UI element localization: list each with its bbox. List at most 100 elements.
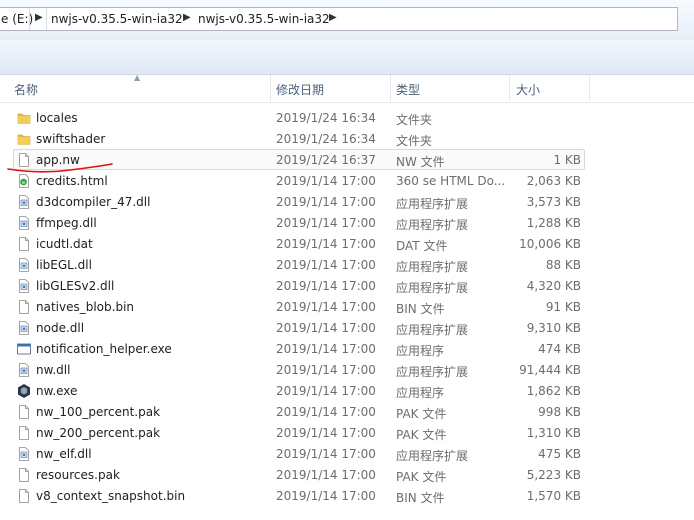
- file-row[interactable]: natives_blob.bin 2019/1/14 17:00 BIN 文件 91 …: [13, 296, 585, 317]
- file-size: 998 KB: [538, 405, 581, 419]
- file-name: ffmpeg.dll: [36, 216, 97, 230]
- breadcrumb-folder-1[interactable]: nwjs-v0.35.5-win-ia32: [51, 12, 183, 26]
- file-name: node.dll: [36, 321, 85, 335]
- file-name: notification_helper.exe: [36, 342, 172, 356]
- file-row[interactable]: icudtl.dat 2019/1/14 17:00 DAT 文件 10,006 KB: [13, 233, 585, 254]
- file-type: 应用程序扩展: [396, 281, 469, 295]
- file-name: credits.html: [36, 174, 108, 188]
- file-name: d3dcompiler_47.dll: [36, 195, 151, 209]
- file-type: 应用程序扩展: [396, 365, 469, 379]
- file-row[interactable]: nw_100_percent.pak 2019/1/14 17:00 PAK 文件 9…: [13, 401, 585, 422]
- file-size: 1,570 KB: [526, 489, 581, 503]
- file-modified-date: 2019/1/24 16:37: [276, 153, 376, 167]
- column-divider[interactable]: [509, 75, 510, 101]
- file-row[interactable]: ffmpeg.dll 2019/1/14 17:00 应用程序扩展 1,288 KB: [13, 212, 585, 233]
- dll-file-icon: [16, 194, 32, 210]
- file-row[interactable]: nw.dll 2019/1/14 17:00 应用程序扩展 91,444 KB: [13, 359, 585, 380]
- breadcrumb-folder-2[interactable]: nwjs-v0.35.5-win-ia32: [198, 12, 330, 26]
- file-name: nw_100_percent.pak: [36, 405, 161, 419]
- breadcrumb-divider: [46, 8, 47, 30]
- file-size: 475 KB: [538, 447, 581, 461]
- column-header-date[interactable]: 修改日期: [276, 81, 324, 98]
- file-row[interactable]: locales 2019/1/24 16:34 文件夹: [13, 107, 585, 128]
- column-header-size[interactable]: 大小: [516, 81, 540, 98]
- file-row[interactable]: d3dcompiler_47.dll 2019/1/14 17:00 应用程序扩展 3…: [13, 191, 585, 212]
- dll-file-icon: [16, 362, 32, 378]
- file-row[interactable]: libEGL.dll 2019/1/14 17:00 应用程序扩展 88 KB: [13, 254, 585, 275]
- file-modified-date: 2019/1/24 16:34: [276, 111, 376, 125]
- file-type: 应用程序扩展: [396, 197, 469, 211]
- svg-text:e: e: [22, 180, 25, 186]
- file-modified-date: 2019/1/14 17:00: [276, 174, 376, 188]
- file-size: 474 KB: [538, 342, 581, 356]
- file-row[interactable]: resources.pak 2019/1/14 17:00 PAK 文件 5,223 …: [13, 464, 585, 485]
- file-type: PAK 文件: [396, 428, 447, 442]
- file-size: 10,006 KB: [519, 237, 581, 251]
- file-size: 3,573 KB: [526, 195, 581, 209]
- file-name: nw_200_percent.pak: [36, 426, 161, 440]
- file-icon: [16, 299, 32, 315]
- file-name: swiftshader: [36, 132, 106, 146]
- file-row[interactable]: nw_elf.dll 2019/1/14 17:00 应用程序扩展 475 KB: [13, 443, 585, 464]
- chevron-right-icon[interactable]: ▶: [183, 12, 191, 23]
- dll-file-icon: [16, 278, 32, 294]
- file-icon: [16, 488, 32, 504]
- file-row[interactable]: swiftshader 2019/1/24 16:34 文件夹: [13, 128, 585, 149]
- file-type: PAK 文件: [396, 470, 447, 484]
- file-size: 2,063 KB: [526, 174, 581, 188]
- file-size: 5,223 KB: [526, 468, 581, 482]
- html-file-icon: e: [16, 173, 32, 189]
- file-size: 4,320 KB: [526, 279, 581, 293]
- file-icon: [16, 404, 32, 420]
- file-row[interactable]: node.dll 2019/1/14 17:00 应用程序扩展 9,310 KB: [13, 317, 585, 338]
- file-type: PAK 文件: [396, 407, 447, 421]
- file-type: DAT 文件: [396, 239, 448, 253]
- file-row[interactable]: v8_context_snapshot.bin 2019/1/14 17:00 BI…: [13, 485, 585, 506]
- file-modified-date: 2019/1/14 17:00: [276, 321, 376, 335]
- file-modified-date: 2019/1/14 17:00: [276, 216, 376, 230]
- file-size: 1,310 KB: [526, 426, 581, 440]
- file-modified-date: 2019/1/24 16:34: [276, 132, 376, 146]
- dll-file-icon: [16, 215, 32, 231]
- breadcrumb-divider: [29, 8, 30, 30]
- column-header-name[interactable]: 名称: [14, 81, 38, 98]
- column-header-type[interactable]: 类型: [396, 81, 420, 98]
- file-row[interactable]: app.nw 2019/1/24 16:37 NW 文件 1 KB: [13, 149, 585, 170]
- file-modified-date: 2019/1/14 17:00: [276, 258, 376, 272]
- file-modified-date: 2019/1/14 17:00: [276, 342, 376, 356]
- chevron-right-icon[interactable]: ▶: [35, 12, 43, 23]
- chevron-right-icon[interactable]: ▶: [329, 12, 337, 23]
- file-type: 应用程序扩展: [396, 260, 469, 274]
- file-type: 应用程序: [396, 344, 445, 358]
- address-bar[interactable]: e (E:) ▶ nwjs-v0.35.5-win-ia32 ▶ nwjs-v0…: [0, 7, 678, 31]
- file-name: libGLESv2.dll: [36, 279, 115, 293]
- column-divider[interactable]: [589, 75, 590, 101]
- file-size: 91 KB: [545, 300, 581, 314]
- file-name: resources.pak: [36, 468, 120, 482]
- file-size: 9,310 KB: [526, 321, 581, 335]
- file-type: NW 文件: [396, 155, 445, 169]
- column-divider[interactable]: [390, 75, 391, 101]
- column-divider[interactable]: [270, 75, 271, 101]
- file-row[interactable]: e credits.html 2019/1/14 17:00 360 se HTML …: [13, 170, 585, 191]
- toolbar: [0, 40, 694, 75]
- file-modified-date: 2019/1/14 17:00: [276, 426, 376, 440]
- folder-icon: [16, 110, 32, 126]
- file-size: 1 KB: [553, 153, 581, 167]
- file-row[interactable]: libGLESv2.dll 2019/1/14 17:00 应用程序扩展 4,320 …: [13, 275, 585, 296]
- file-modified-date: 2019/1/14 17:00: [276, 237, 376, 251]
- file-row[interactable]: nw_200_percent.pak 2019/1/14 17:00 PAK 文件 1…: [13, 422, 585, 443]
- file-row[interactable]: notification_helper.exe 2019/1/14 17:00 应用…: [13, 338, 585, 359]
- file-type: BIN 文件: [396, 491, 445, 505]
- file-row[interactable]: nw.exe 2019/1/14 17:00 应用程序 1,862 KB: [13, 380, 585, 401]
- folder-icon: [16, 131, 32, 147]
- file-type: 应用程序扩展: [396, 449, 469, 463]
- file-icon: [16, 236, 32, 252]
- file-size: 91,444 KB: [519, 363, 581, 377]
- file-type: 360 se HTML Do...: [396, 174, 506, 188]
- file-modified-date: 2019/1/14 17:00: [276, 468, 376, 482]
- file-modified-date: 2019/1/14 17:00: [276, 300, 376, 314]
- file-name: app.nw: [36, 153, 80, 167]
- dll-file-icon: [16, 257, 32, 273]
- file-icon: [16, 467, 32, 483]
